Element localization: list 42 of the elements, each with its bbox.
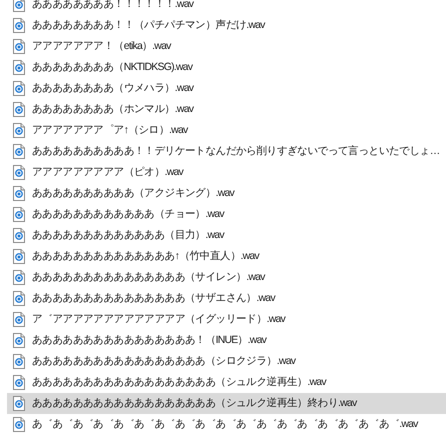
audio-file-icon (13, 333, 25, 348)
audio-file-icon (13, 0, 25, 12)
audio-file-icon (13, 375, 25, 390)
file-name: ああああああああああああああ↑（竹中直人）.wav (32, 251, 259, 262)
audio-file-icon (13, 18, 25, 33)
file-name: あああああああああああああああああ（シロクジラ）.wav (32, 356, 296, 367)
file-name: ああああああああああああ（チョー）.wav (32, 209, 224, 220)
file-name: アアアアアアア！（etika）.wav (32, 41, 171, 52)
file-name: あああああああああああああああ（サイレン）.wav (32, 272, 265, 283)
audio-file-icon (13, 396, 25, 411)
audio-file-icon (13, 207, 25, 222)
file-name: あああああああああああああ（目力）.wav (32, 230, 224, 241)
file-name: アアアアアアアアア（ピオ）.wav (32, 167, 183, 178)
file-row[interactable]: ああああああああああああああああああ（シュルク逆再生）終わり.wav (7, 393, 446, 414)
file-name: あ゛あ゛あ゛あ゛あ゛あ゛あ゛あ゛あ゛あ゛あ゛あ゛あ゛あ゛あ゛あ゛あ゛あ゛.wav (32, 419, 418, 430)
audio-file-icon (13, 228, 25, 243)
file-name: ああああああああああ！！デリケートなんだから削りすぎないでって言っといたでしょ… (32, 146, 440, 157)
file-name: ああああああああ！！（パチパチマン）声だけ.wav (32, 20, 265, 31)
audio-file-icon (13, 81, 25, 96)
audio-file-icon (13, 417, 25, 432)
audio-file-icon (13, 39, 25, 54)
audio-file-icon (13, 144, 25, 159)
audio-file-icon (13, 312, 25, 327)
file-name: ああああああああああああああああ！（INUE）.wav (32, 335, 266, 346)
audio-file-icon (13, 249, 25, 264)
audio-file-icon (13, 354, 25, 369)
audio-file-icon (13, 60, 25, 75)
audio-file-icon (13, 270, 25, 285)
file-name: アアアアアアア゜ア↑（シロ）.wav (32, 125, 188, 136)
file-name: ああああああああああああああああああ（シュルク逆再生）終わり.wav (32, 398, 356, 409)
audio-file-icon (13, 123, 25, 138)
audio-file-icon (13, 165, 25, 180)
audio-file-icon (13, 291, 25, 306)
file-name: ああああああああああ（アクジキング）.wav (32, 188, 234, 199)
file-name: ああああああああ（NKTIDKSG).wav (32, 62, 192, 73)
file-name: あああああああああああああああ（サザエさん）.wav (32, 293, 275, 304)
file-name: ア゛アアアアアアアアアアアアア（イグッリード）.wav (32, 314, 285, 325)
file-name: ああああああああ（ウメハラ）.wav (32, 83, 194, 94)
audio-file-icon (13, 102, 25, 117)
file-name: ああああああああああああああああああ（シュルク逆再生）.wav (32, 377, 326, 388)
audio-file-icon (13, 186, 25, 201)
file-name: ああああああああ（ホンマル）.wav (32, 104, 194, 115)
